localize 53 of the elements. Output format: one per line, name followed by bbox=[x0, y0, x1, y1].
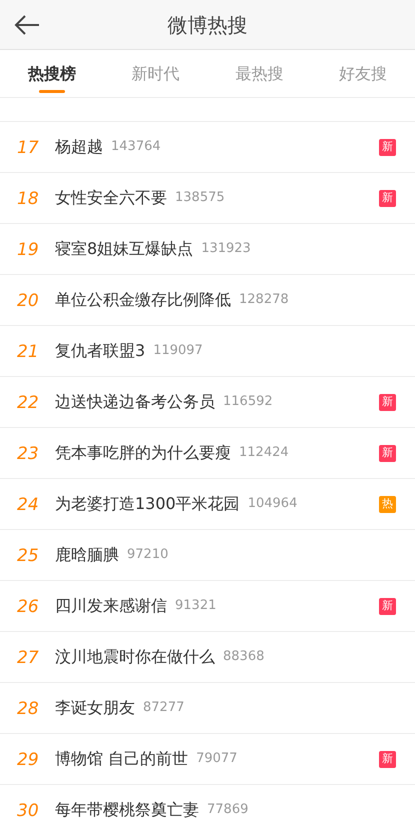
topic-badge: 新 bbox=[379, 138, 396, 156]
search-count: 97210 bbox=[127, 546, 168, 564]
topic-badge: 新 bbox=[379, 394, 396, 410]
topic-badge: 新 bbox=[379, 190, 396, 206]
rank-number: 22 bbox=[16, 392, 40, 412]
tab[interactable]: 热搜榜 bbox=[0, 50, 104, 97]
search-count: 119097 bbox=[153, 342, 203, 360]
topic-badge: 新 bbox=[379, 598, 396, 614]
topic-title[interactable]: 李诞女朋友 bbox=[55, 696, 135, 720]
rank-number: 25 bbox=[16, 546, 40, 564]
rank-number: 20 bbox=[16, 290, 40, 310]
rank-number: 23 bbox=[16, 444, 40, 462]
rank-number: 18 bbox=[16, 188, 40, 208]
rank-number: 29 bbox=[16, 750, 40, 768]
rank-number: 30 bbox=[16, 800, 40, 820]
search-count: 77869 bbox=[207, 801, 248, 820]
topic-title[interactable]: 边送快递边备考公务员 bbox=[55, 390, 215, 414]
rank-number: 17 bbox=[16, 138, 40, 156]
search-count: 79077 bbox=[196, 750, 238, 768]
rank-number: 27 bbox=[16, 648, 40, 666]
search-count: 143764 bbox=[111, 138, 161, 156]
page-title: 微博热搜 bbox=[168, 12, 248, 38]
topic-title[interactable]: 复仇者联盟3 bbox=[55, 339, 146, 363]
rank-number: 28 bbox=[16, 698, 40, 718]
search-count: 88368 bbox=[223, 648, 264, 666]
rank-number: 21 bbox=[16, 342, 40, 360]
search-count: 112424 bbox=[239, 444, 289, 462]
search-count: 91321 bbox=[175, 597, 216, 616]
topic-title[interactable]: 鹿晗腼腆 bbox=[55, 543, 119, 567]
topic-title[interactable]: 每年带樱桃祭奠亡妻 bbox=[55, 798, 199, 822]
search-count: 104964 bbox=[248, 495, 298, 514]
rank-number: 19 bbox=[16, 240, 40, 258]
topic-badge: 新 bbox=[379, 444, 396, 462]
tab-underline bbox=[38, 90, 65, 93]
topic-title[interactable]: 四川发来感谢信 bbox=[55, 594, 167, 618]
rank-number: 24 bbox=[16, 494, 40, 514]
search-count: 138575 bbox=[175, 189, 225, 208]
back-icon[interactable] bbox=[14, 14, 40, 34]
topic-title[interactable]: 凭本事吃胖的为什么要瘦 bbox=[55, 441, 231, 465]
rank-number: 26 bbox=[16, 596, 40, 616]
topic-badge: 新 bbox=[379, 750, 396, 768]
search-count: 131923 bbox=[201, 240, 251, 258]
topic-title[interactable]: 汶川地震时你在做什么 bbox=[55, 645, 215, 669]
topic-title[interactable]: 博物馆 自己的前世 bbox=[55, 747, 188, 771]
topic-title[interactable]: 寝室8姐妹互爆缺点 bbox=[55, 237, 194, 261]
search-count: 128278 bbox=[239, 291, 289, 310]
search-count: 116592 bbox=[223, 393, 273, 412]
topic-title[interactable]: 单位公积金缴存比例降低 bbox=[55, 288, 231, 312]
topic-title[interactable]: 女性安全六不要 bbox=[55, 186, 167, 210]
topic-title[interactable]: 为老婆打造1300平米花园 bbox=[55, 492, 240, 516]
search-count: 87277 bbox=[143, 699, 184, 718]
topic-badge: 热 bbox=[379, 496, 396, 512]
topic-title[interactable]: 杨超越 bbox=[55, 135, 103, 159]
